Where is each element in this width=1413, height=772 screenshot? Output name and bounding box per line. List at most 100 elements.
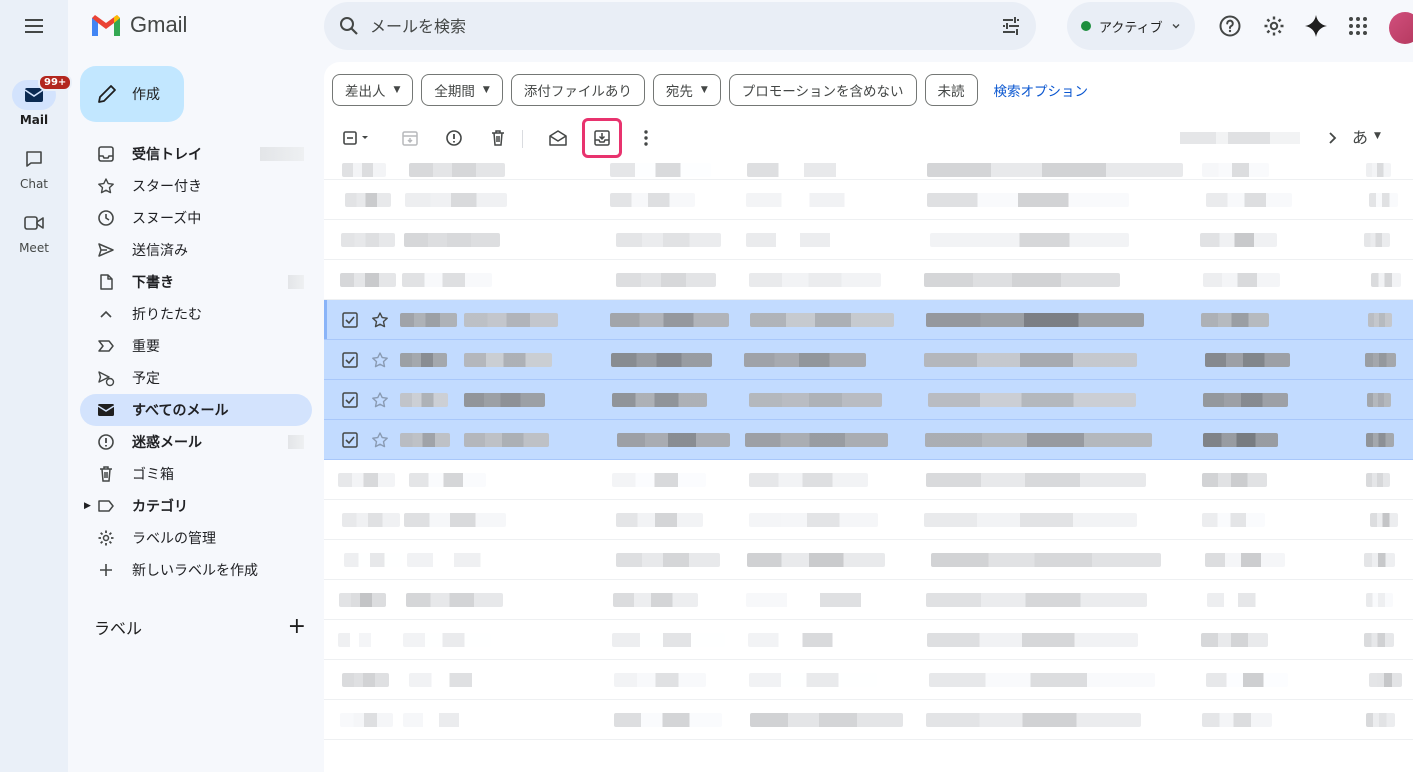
sidebar-item-scheduled[interactable]: 予定 (80, 362, 312, 394)
table-row[interactable] (324, 660, 1413, 700)
sidebar-item-trash[interactable]: ゴミ箱 (80, 458, 312, 490)
date-redacted (1366, 433, 1394, 447)
filter-chip-to[interactable]: 宛先 ▼ (652, 74, 721, 106)
mark-unread-icon[interactable] (542, 122, 574, 154)
rail-item-chat[interactable]: Chat (0, 144, 68, 191)
table-row[interactable] (324, 180, 1413, 220)
gmail-logo[interactable]: Gmail (90, 12, 187, 38)
subject-redacted (610, 193, 695, 207)
status-label: アクティブ (1099, 20, 1163, 36)
search-input[interactable] (370, 16, 1000, 36)
date-redacted (1366, 713, 1395, 727)
compose-button[interactable]: 作成 (80, 66, 184, 122)
subject-redacted (927, 163, 1183, 177)
compose-label: 作成 (132, 87, 160, 103)
filter-chip-from[interactable]: 差出人 ▼ (332, 74, 414, 106)
sidebar-item-starred[interactable]: スター付き (80, 170, 312, 202)
expand-caret-icon[interactable]: ▶ (84, 501, 91, 511)
table-row[interactable] (324, 260, 1413, 300)
sidebar-item-all-mail[interactable]: すべてのメール (80, 394, 312, 426)
search-options-icon[interactable] (1000, 15, 1022, 37)
table-row[interactable] (324, 540, 1413, 580)
sender-redacted (400, 353, 447, 367)
row-star-icon[interactable] (371, 351, 389, 369)
subject-redacted (617, 433, 730, 447)
sidebar-item-snoozed[interactable]: スヌーズ中 (80, 202, 312, 234)
date-redacted (1366, 473, 1390, 487)
subject-redacted (747, 553, 885, 567)
date-redacted (1371, 273, 1401, 287)
archive-icon[interactable] (394, 122, 426, 154)
subject-redacted (1201, 633, 1268, 647)
sidebar-item-categories[interactable]: ▶ カテゴリ (80, 490, 312, 522)
search-icon[interactable] (338, 15, 360, 37)
search-bar (324, 2, 1036, 50)
filter-chip-date[interactable]: 全期間 ▼ (421, 74, 503, 106)
table-row[interactable] (324, 300, 1413, 340)
rail-item-meet[interactable]: Meet (0, 208, 68, 255)
report-spam-icon[interactable] (438, 122, 470, 154)
gemini-sparkle-icon[interactable] (1302, 12, 1330, 40)
sidebar-item-sent[interactable]: 送信済み (80, 234, 312, 266)
row-checkbox-checked-icon[interactable] (342, 312, 358, 328)
sidebar-item-collapse[interactable]: 折りたたむ (80, 298, 312, 330)
table-row[interactable] (324, 220, 1413, 260)
sidebar-item-create-label[interactable]: 新しいラベルを作成 (80, 554, 312, 586)
inbox-icon (96, 144, 116, 164)
table-row[interactable] (324, 160, 1413, 180)
filter-chip-attachment[interactable]: 添付ファイルあり (510, 74, 645, 106)
settings-gear-icon[interactable] (1260, 12, 1288, 40)
add-label-icon[interactable]: + (288, 614, 306, 639)
subject-redacted (927, 633, 1138, 647)
subject-redacted (924, 273, 1120, 287)
row-checkbox-checked-icon[interactable] (342, 352, 358, 368)
input-tools-selector[interactable]: あ ▼ (1352, 124, 1381, 148)
select-checkbox-icon[interactable] (336, 122, 378, 154)
table-row[interactable] (324, 340, 1413, 380)
row-checkbox-checked-icon[interactable] (342, 432, 358, 448)
table-row[interactable] (324, 380, 1413, 420)
sender-redacted (342, 163, 386, 177)
main-menu-icon[interactable] (22, 14, 46, 38)
table-row[interactable] (324, 500, 1413, 540)
sidebar-item-inbox[interactable]: 受信トレイ (80, 138, 312, 170)
sender-redacted (403, 713, 483, 727)
sidebar-item-manage-labels[interactable]: ラベルの管理 (80, 522, 312, 554)
table-row[interactable] (324, 460, 1413, 500)
subject-redacted (1205, 553, 1285, 567)
filter-chip-unread[interactable]: 未読 (924, 74, 978, 106)
chip-label: 添付ファイルあり (523, 84, 632, 100)
sidebar-item-spam[interactable]: 迷惑メール (80, 426, 312, 458)
move-to-inbox-icon[interactable] (582, 118, 622, 158)
sidebar-item-label: 迷惑メール (132, 435, 202, 451)
sidebar-item-important[interactable]: 重要 (80, 330, 312, 362)
date-redacted (1369, 673, 1402, 687)
subject-redacted (746, 233, 866, 247)
date-redacted (1366, 163, 1391, 177)
next-page-icon[interactable] (1316, 122, 1348, 154)
table-row[interactable] (324, 420, 1413, 460)
table-row[interactable] (324, 700, 1413, 740)
filter-chip-exclude-promotions[interactable]: プロモーションを含めない (728, 74, 917, 106)
status-selector[interactable]: アクティブ (1067, 2, 1195, 50)
rail-item-mail[interactable]: 99+ Mail (0, 74, 73, 127)
subject-redacted (612, 393, 707, 407)
sidebar-item-drafts[interactable]: 下書き (80, 266, 312, 298)
app-rail: 99+ Mail Chat Meet (0, 0, 73, 772)
row-star-icon[interactable] (371, 431, 389, 449)
sender-redacted (405, 193, 507, 207)
row-star-icon[interactable] (371, 391, 389, 409)
table-row[interactable] (324, 580, 1413, 620)
row-star-icon[interactable] (371, 311, 389, 329)
more-vert-icon[interactable] (630, 122, 662, 154)
date-redacted (1366, 593, 1393, 607)
help-icon[interactable] (1216, 12, 1244, 40)
sidebar-item-label: 重要 (132, 339, 160, 355)
delete-icon[interactable] (482, 122, 514, 154)
account-avatar[interactable] (1389, 12, 1413, 44)
table-row[interactable] (324, 620, 1413, 660)
row-checkbox-checked-icon[interactable] (342, 392, 358, 408)
advanced-search-link[interactable]: 検索オプション (994, 80, 1089, 100)
clock-icon (96, 208, 116, 228)
apps-grid-icon[interactable] (1344, 12, 1372, 40)
